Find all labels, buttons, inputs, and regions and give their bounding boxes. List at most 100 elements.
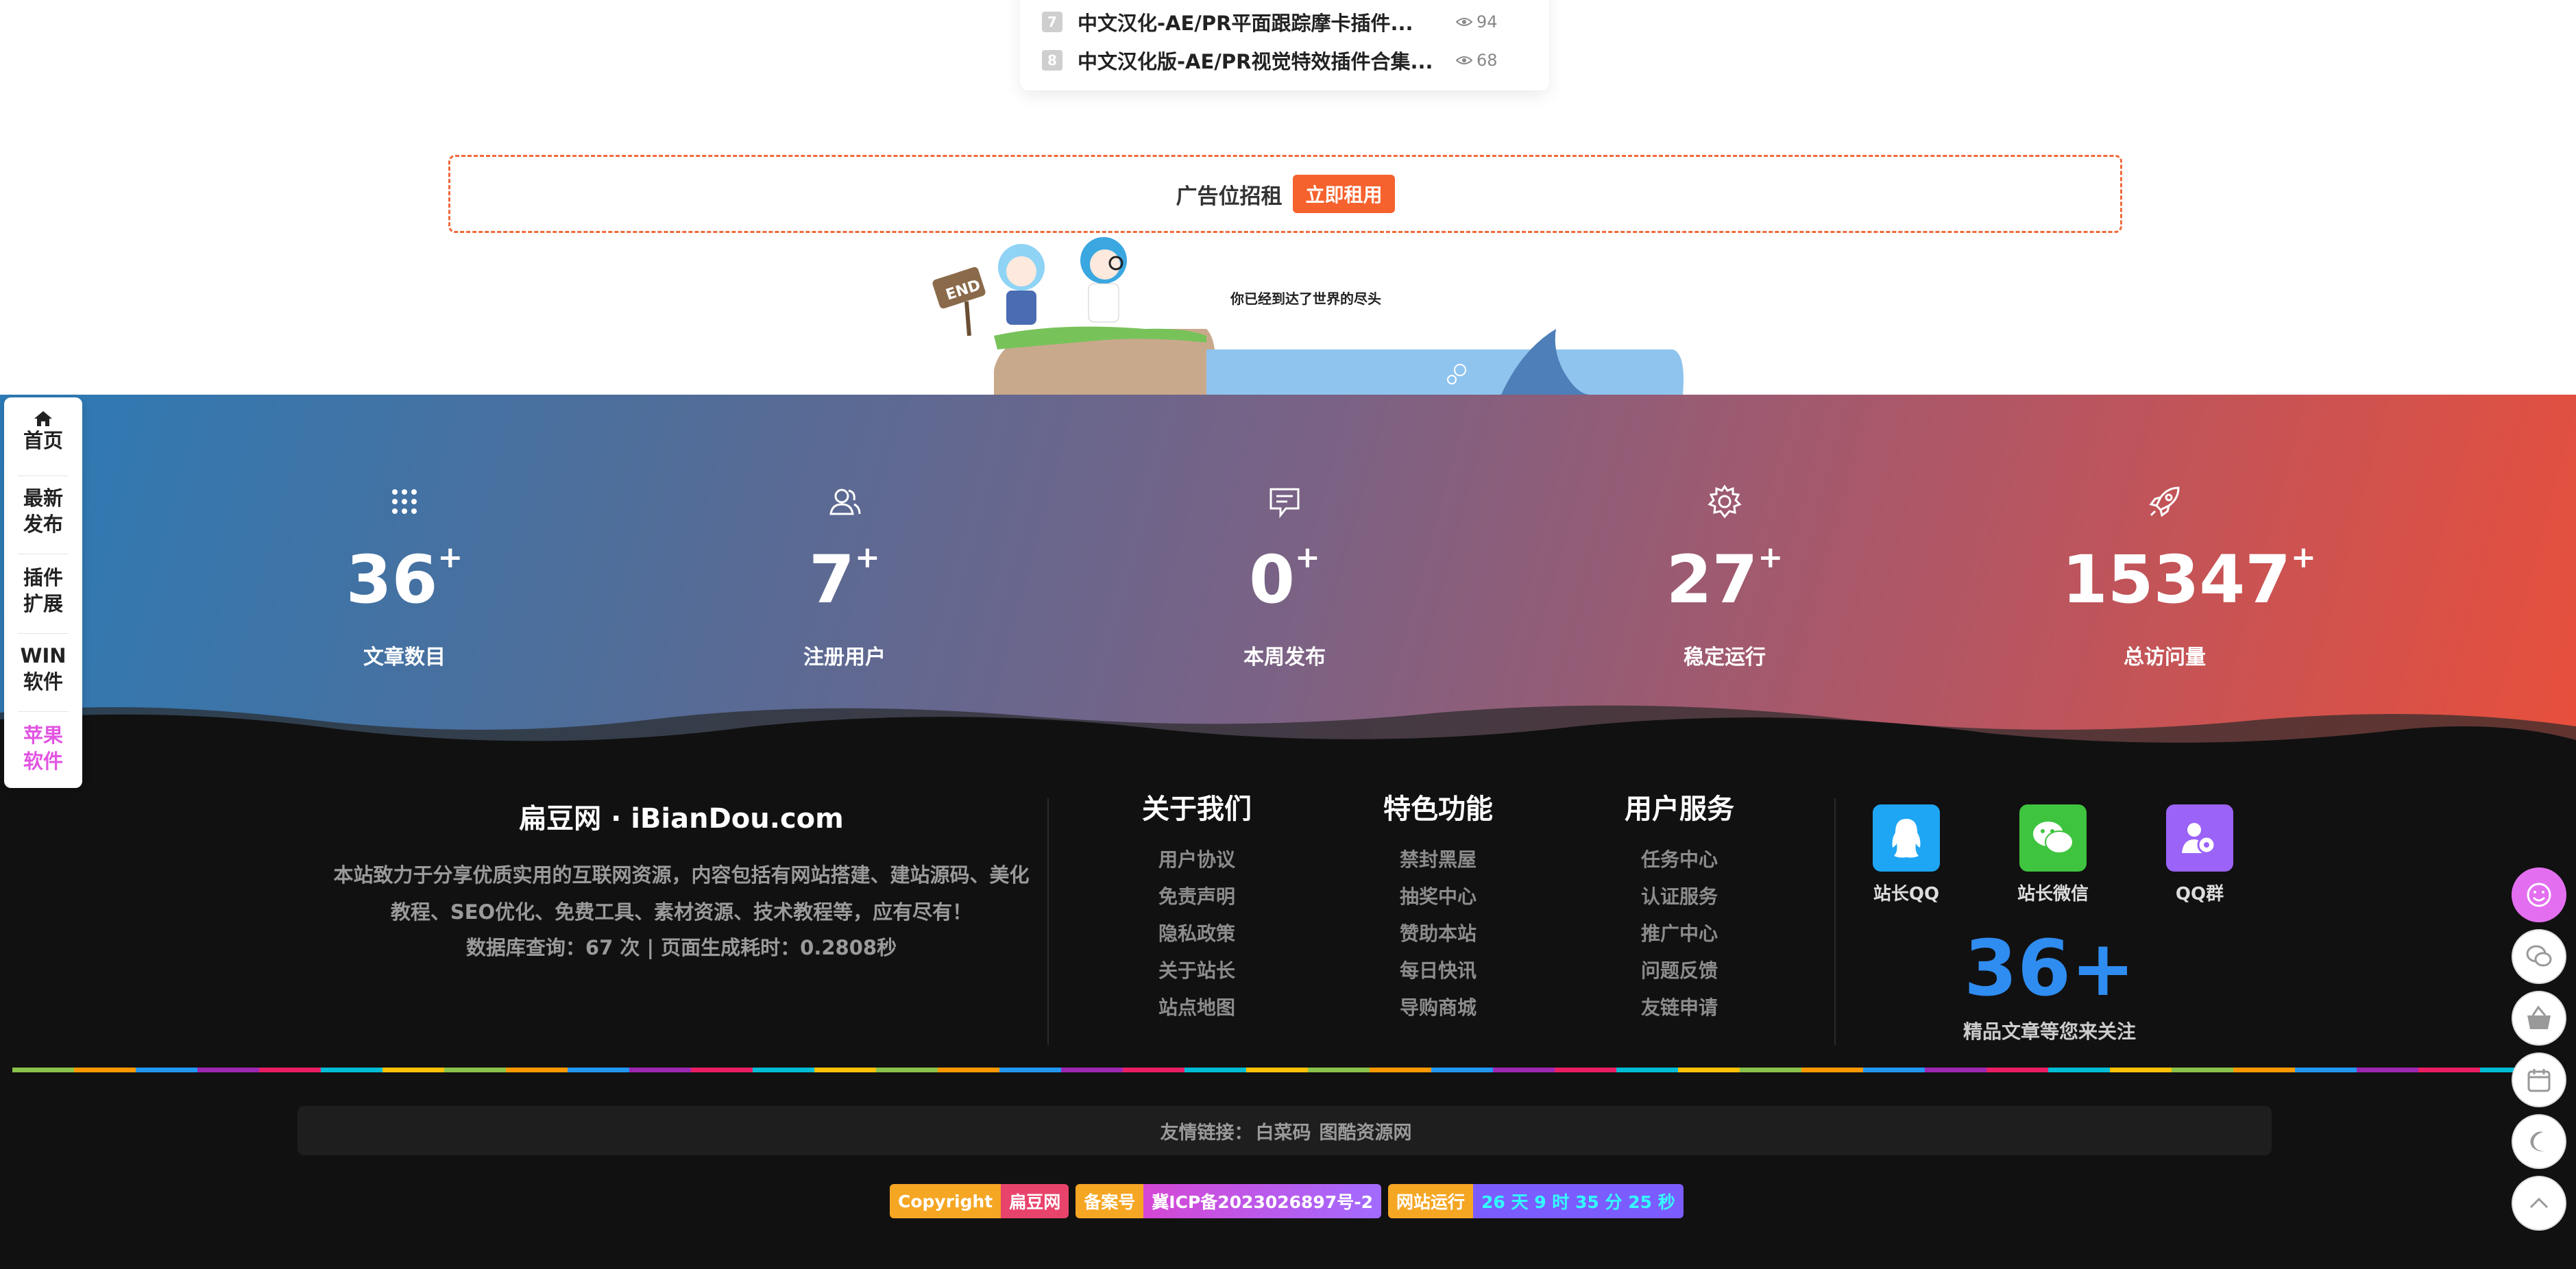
chat-button[interactable] (2512, 929, 2566, 984)
back-to-top-button[interactable] (2512, 1176, 2566, 1231)
uptime-value: 26 天 9 时 35 分 25 秒 (1473, 1184, 1684, 1218)
plus-sign: + (1294, 540, 1320, 575)
nav-label: 苹果 (23, 724, 63, 747)
footer-link[interactable]: 问题反馈 (1590, 952, 1769, 989)
social-wechat[interactable]: 站长微信 (2008, 804, 2098, 905)
rent-now-button[interactable]: 立即租用 (1293, 175, 1395, 213)
view-count: 68 (1456, 51, 1498, 70)
rank-number: 7 (1042, 12, 1062, 32)
footer-link[interactable]: 推广中心 (1590, 915, 1769, 952)
view-count-value: 68 (1477, 51, 1498, 70)
friend-links-bar: 友情链接： 白菜码 图酷资源网 (297, 1106, 2272, 1155)
ad-banner[interactable]: 广告位招租 立即租用 (448, 155, 2122, 233)
footer-link[interactable]: 抽奖中心 (1349, 878, 1527, 915)
ranking-item[interactable]: 8 中文汉化版-AE/PR视觉特效插件合集... 68 (1042, 45, 1535, 75)
nav-label: 软件 (23, 750, 63, 773)
social-label: 站长微信 (2017, 884, 2089, 904)
nav-label: 发布 (23, 513, 63, 536)
calendar-icon (2527, 1069, 2551, 1092)
icp-value[interactable]: 冀ICP备2023026897号-2 (1143, 1184, 1381, 1218)
nav-separator (18, 711, 69, 712)
footer-link[interactable]: 认证服务 (1590, 878, 1769, 915)
footer-link[interactable]: 站点地图 (1108, 989, 1286, 1026)
smile-icon (2527, 883, 2551, 907)
footer-link[interactable]: 关于站长 (1108, 952, 1286, 989)
social-qq[interactable]: 站长QQ (1862, 804, 1951, 905)
nav-item-apple[interactable]: 苹果 软件 (4, 722, 82, 774)
rank-title[interactable]: 中文汉化-AE/PR平面跟踪摩卡插件... (1078, 8, 1448, 36)
rainbow-divider (12, 1068, 2549, 1072)
view-count-value: 94 (1477, 12, 1498, 32)
footer-link[interactable]: 友链申请 (1590, 989, 1769, 1026)
footer-link[interactable]: 免责声明 (1108, 878, 1286, 915)
stat-label: 文章数目 (363, 645, 446, 669)
uptime-label: 网站运行 (1388, 1184, 1474, 1218)
copyright-value[interactable]: 扁豆网 (1001, 1184, 1069, 1218)
wechat-icon[interactable] (2019, 804, 2087, 872)
dark-mode-button[interactable] (2512, 1114, 2566, 1169)
gear-icon (1708, 484, 1742, 519)
nav-separator (18, 633, 69, 634)
footer-link[interactable]: 禁封黑屋 (1349, 841, 1527, 878)
page-generation-stat: 数据库查询：67 次 | 页面生成耗时：0.2808秒 (465, 936, 897, 959)
mascot-girl-1 (998, 244, 1045, 325)
ranking-card: 7 中文汉化-AE/PR平面跟踪摩卡插件... 94 8 中文汉化版-AE/PR… (1020, 0, 1549, 90)
view-count: 94 (1456, 12, 1498, 32)
plus-sign: + (854, 540, 880, 575)
site-description: 本站致力于分享优质实用的互联网资源，内容包括有网站搭建、建站源码、美化教程、SE… (333, 863, 1030, 924)
friend-link[interactable]: 白菜码 (1256, 1118, 1311, 1144)
ranking-item[interactable]: 7 中文汉化-AE/PR平面跟踪摩卡插件... 94 (1042, 7, 1535, 37)
footer-link[interactable]: 任务中心 (1590, 841, 1769, 878)
footer-link[interactable]: 每日快讯 (1349, 952, 1527, 989)
plus-sign: + (2290, 540, 2316, 575)
friend-link[interactable]: 图酷资源网 (1320, 1118, 1412, 1144)
nav-item-latest[interactable]: 最新 发布 (4, 485, 82, 537)
stat-value: 15347 (2062, 541, 2291, 618)
social-label: 站长QQ (1873, 884, 1940, 904)
calendar-button[interactable] (2512, 1052, 2566, 1107)
stat-value: 36 (345, 541, 438, 618)
plus-sign: + (437, 540, 463, 575)
column-title: 特色功能 (1383, 793, 1493, 825)
footer-link[interactable]: 用户协议 (1108, 841, 1286, 878)
divider (1047, 798, 1049, 1045)
stat-value: 7 (809, 541, 855, 618)
rank-title[interactable]: 中文汉化版-AE/PR视觉特效插件合集... (1078, 46, 1448, 75)
rocket-icon (2149, 486, 2180, 517)
divider (1834, 798, 1836, 1045)
nav-item-windows[interactable]: WIN 软件 (4, 643, 82, 695)
moon-icon (2530, 1131, 2544, 1152)
article-count-label: 精品文章等您来关注 (1963, 1020, 2136, 1043)
column-title: 用户服务 (1625, 793, 1734, 825)
article-count: 36+ (1964, 924, 2135, 1013)
smile-button[interactable] (2512, 867, 2566, 922)
column-title: 关于我们 (1142, 793, 1252, 825)
footer-wave (0, 705, 2576, 774)
end-of-world-text: 你已经到达了世界的尽头 (1230, 291, 1381, 307)
footer-badges: Copyright 扁豆网 备案号 冀ICP备2023026897号-2 网站运… (890, 1184, 1684, 1218)
home-icon (34, 411, 52, 426)
nav-label: 首页 (23, 429, 63, 452)
footer-link[interactable]: 赞助本站 (1349, 915, 1527, 952)
footer-link[interactable]: 导购商城 (1349, 989, 1527, 1026)
footer-link[interactable]: 隐私政策 (1108, 915, 1286, 952)
stat-label: 注册用户 (803, 645, 886, 669)
eye-icon (1456, 56, 1472, 64)
footer-column-features: 特色功能 禁封黑屋 抽奖中心 赞助本站 每日快讯 导购商城 (1349, 787, 1527, 1026)
social-qq-group[interactable]: QQ群 (2155, 804, 2244, 905)
icp-label: 备案号 (1076, 1184, 1144, 1218)
nav-label: WIN (20, 644, 66, 667)
shop-button[interactable] (2512, 991, 2566, 1046)
plus-sign: + (1758, 540, 1784, 575)
nav-item-home[interactable]: 首页 (4, 410, 82, 454)
site-title[interactable]: 扁豆网 · iBianDou.com (325, 796, 1038, 836)
group-icon[interactable] (2166, 804, 2233, 872)
nav-item-plugins[interactable]: 插件 扩展 (4, 565, 82, 617)
users-icon (829, 489, 861, 515)
chevron-up-icon (2529, 1197, 2549, 1209)
qq-icon[interactable] (1873, 804, 1940, 872)
nav-label: 最新 (23, 486, 63, 510)
friend-links-label: 友情链接： (1160, 1122, 1253, 1144)
nav-label: 扩展 (23, 592, 63, 615)
copyright-label: Copyright (890, 1184, 1001, 1218)
